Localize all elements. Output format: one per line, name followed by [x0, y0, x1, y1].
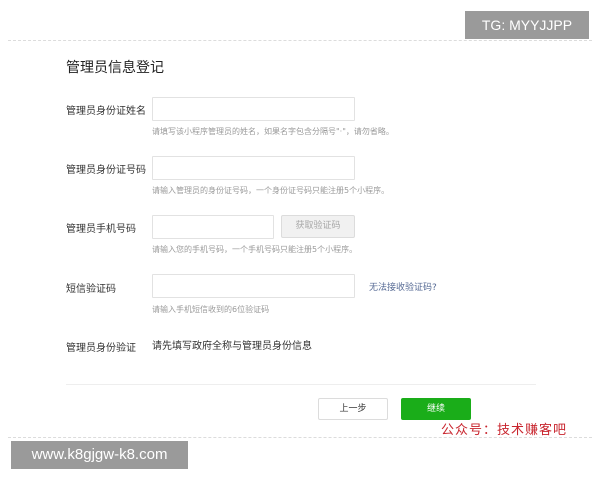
- top-dashed-divider: [8, 40, 592, 41]
- name-hint: 请填写该小程序管理员的姓名，如果名字包含分隔号"·"，请勿省略。: [152, 127, 394, 136]
- get-code-button[interactable]: 获取验证码: [281, 215, 355, 238]
- phone-label: 管理员手机号码: [66, 224, 136, 235]
- tg-watermark: TG: MYYJJPP: [465, 11, 589, 39]
- sms-code-label: 短信验证码: [66, 284, 116, 295]
- identity-verify-label: 管理员身份验证: [66, 343, 136, 354]
- cannot-receive-code-link[interactable]: 无法接收验证码?: [369, 280, 437, 293]
- name-input[interactable]: [152, 97, 355, 121]
- url-watermark: www.k8gjgw-k8.com: [11, 441, 188, 469]
- sms-code-input[interactable]: [152, 274, 355, 298]
- continue-button[interactable]: 继续: [401, 398, 471, 420]
- phone-hint: 请输入您的手机号码，一个手机号码只能注册5个小程序。: [152, 245, 358, 254]
- form-footer-divider: [66, 384, 536, 385]
- id-number-hint: 请输入管理员的身份证号码，一个身份证号码只能注册5个小程序。: [152, 186, 390, 195]
- phone-input[interactable]: [152, 215, 274, 239]
- id-number-input[interactable]: [152, 156, 355, 180]
- public-account-watermark: 公众号：技术赚客吧: [441, 423, 568, 438]
- sms-code-hint: 请输入手机短信收到的6位验证码: [152, 305, 270, 314]
- page-title: 管理员信息登记: [66, 60, 164, 76]
- identity-verify-text: 请先填写政府全称与管理员身份信息: [152, 341, 312, 352]
- id-number-label: 管理员身份证号码: [66, 165, 146, 176]
- name-label: 管理员身份证姓名: [66, 106, 146, 117]
- prev-step-button[interactable]: 上一步: [318, 398, 388, 420]
